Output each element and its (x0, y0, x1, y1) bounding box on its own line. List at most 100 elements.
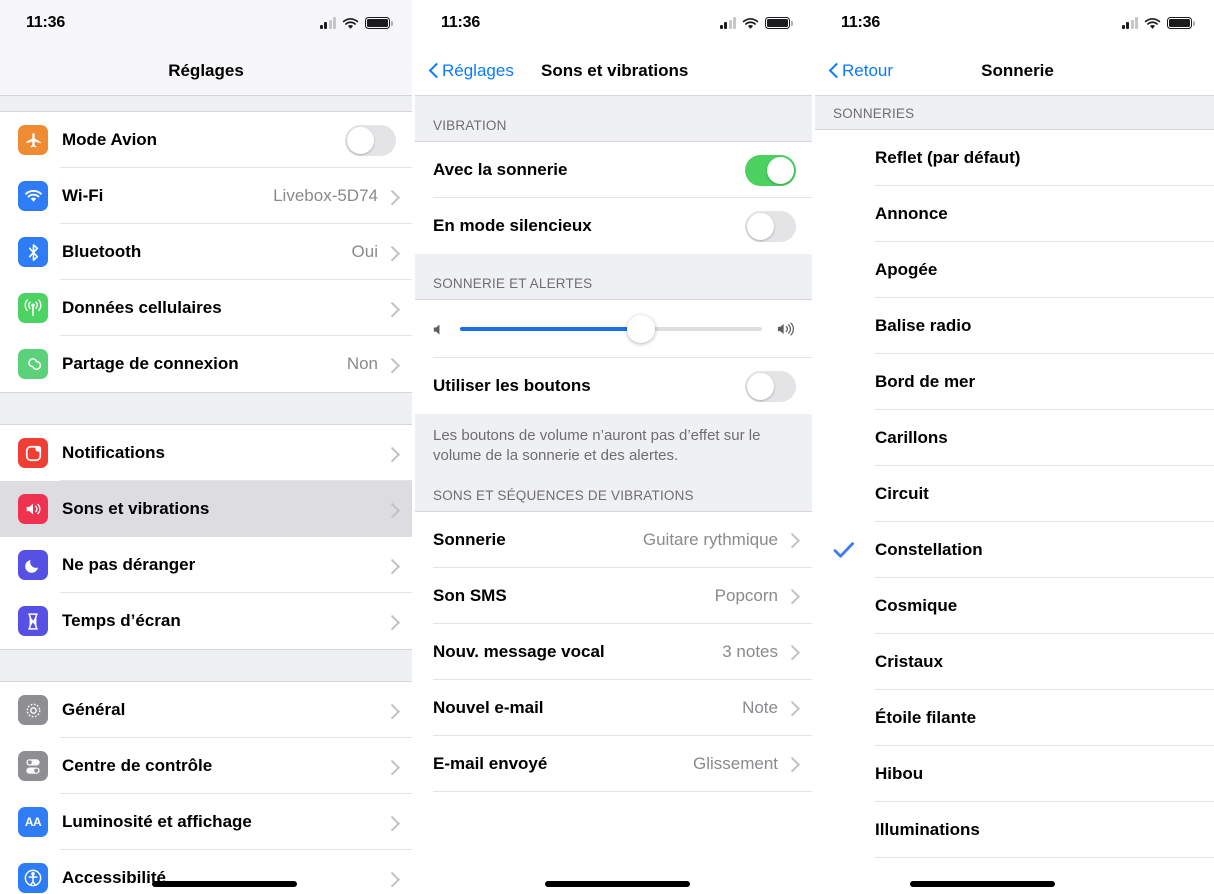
row-label: Temps d’écran (62, 611, 181, 630)
sidebar-item-donnees-cellulaires[interactable]: Données cellulaires (0, 280, 412, 336)
ringtone-list[interactable]: SONNERIES Reflet (par défaut) Annonce Ap… (815, 96, 1214, 894)
row-nouv-message-vocal[interactable]: Nouv. message vocal 3 notes (415, 623, 812, 680)
list-item[interactable]: Hibou (815, 746, 1214, 802)
battery-icon (765, 16, 793, 30)
list-item[interactable]: Étoile filante (815, 690, 1214, 746)
row-sonnerie[interactable]: Sonnerie Guitare rythmique (415, 511, 812, 568)
sidebar-item-accessibilite[interactable]: Accessibilité (0, 850, 412, 894)
airplane-mode-toggle[interactable] (345, 124, 396, 156)
sidebar-item-wifi[interactable]: Wi-Fi Livebox-5D74 (0, 168, 412, 224)
chevron-right-icon (387, 614, 396, 629)
row-nouvel-email[interactable]: Nouvel e-mail Note (415, 679, 812, 736)
battery-icon (1167, 16, 1195, 30)
row-en-mode-silencieux[interactable]: En mode silencieux (415, 198, 812, 254)
sidebar-item-mode-avion[interactable]: Mode Avion (0, 112, 412, 168)
sidebar-item-partage-connexion[interactable]: Partage de connexion Non (0, 336, 412, 392)
moon-icon (18, 550, 48, 580)
change-with-buttons-toggle[interactable] (745, 370, 796, 402)
row-label: Nouvel e-mail (433, 697, 544, 717)
row-label: Mode Avion (62, 130, 158, 149)
volume-thumb[interactable] (627, 315, 656, 343)
row-label: Wi-Fi (62, 186, 104, 205)
section-header-sons-sequences: SONS ET SÉQUENCES DE VIBRATIONS (415, 481, 812, 512)
sound-icon (18, 494, 48, 524)
three-phone-screenshots: 11:36 Réglages Mode Avion Wi-Fi Livebox-… (0, 0, 1214, 894)
chevron-right-icon (387, 245, 396, 260)
checkmark-icon (833, 542, 854, 558)
back-button-label: Réglages (442, 60, 514, 80)
sidebar-item-luminosite-affichage[interactable]: AA Luminosité et affichage (0, 794, 412, 850)
sidebar-item-sons-et-vibrations[interactable]: Sons et vibrations (0, 481, 412, 537)
list-item[interactable]: Cosmique (815, 578, 1214, 634)
chevron-right-icon (787, 644, 796, 659)
ringer-volume-slider-row[interactable] (415, 300, 812, 358)
status-bar: 11:36 (815, 0, 1214, 46)
sounds-list[interactable]: VIBRATION Avec la sonnerie En mode silen… (415, 96, 812, 894)
chevron-left-icon (429, 63, 438, 79)
back-button[interactable]: Retour (815, 61, 893, 81)
row-label: Utiliser les boutons (433, 376, 591, 395)
sidebar-item-notifications[interactable]: Notifications (0, 425, 412, 481)
volume-track[interactable] (460, 315, 762, 343)
home-indicator (152, 881, 297, 887)
list-item-selected[interactable]: Constellation (815, 522, 1214, 578)
group-separator (0, 392, 412, 425)
list-item[interactable]: Reflet (par défaut) (815, 130, 1214, 186)
row-label: Données cellulaires (62, 298, 222, 317)
chevron-right-icon (387, 558, 396, 573)
row-utiliser-les-boutons[interactable]: Utiliser les boutons (415, 358, 812, 414)
list-item-label: Annonce (875, 204, 948, 223)
battery-icon (365, 16, 393, 30)
list-item[interactable]: Annonce (815, 186, 1214, 242)
back-button[interactable]: Réglages (415, 61, 514, 81)
chevron-right-icon (387, 502, 396, 517)
list-item[interactable]: Apogée (815, 242, 1214, 298)
status-bar: 11:36 (0, 0, 412, 46)
row-value: Popcorn (714, 585, 778, 605)
list-item[interactable]: Balise radio (815, 298, 1214, 354)
row-son-sms[interactable]: Son SMS Popcorn (415, 567, 812, 624)
sidebar-item-ne-pas-deranger[interactable]: Ne pas déranger (0, 537, 412, 593)
row-email-envoye[interactable]: E-mail envoyé Glissement (415, 735, 812, 792)
row-avec-la-sonnerie[interactable]: Avec la sonnerie (415, 142, 812, 198)
chevron-right-icon (387, 446, 396, 461)
list-item[interactable]: Circuit (815, 466, 1214, 522)
home-indicator (545, 881, 690, 887)
speaker-low-icon (431, 322, 446, 337)
section-header-sonnerie-alertes: SONNERIE ET ALERTES (415, 254, 812, 300)
row-value: Non (346, 354, 378, 373)
row-label: Ne pas déranger (62, 555, 196, 574)
status-bar: 11:36 (415, 0, 812, 46)
sidebar-item-temps-decran[interactable]: Temps d’écran (0, 593, 412, 649)
list-item-label: Bord de mer (875, 372, 976, 391)
status-bar-time: 11:36 (441, 14, 481, 31)
row-label: Son SMS (433, 585, 507, 605)
sidebar-item-bluetooth[interactable]: Bluetooth Oui (0, 224, 412, 280)
cellular-signal-icon (1121, 17, 1138, 29)
cellular-signal-icon (719, 17, 736, 29)
volume-fill (460, 327, 642, 331)
wifi-icon (342, 17, 359, 29)
list-item[interactable]: Carillons (815, 410, 1214, 466)
back-button-label: Retour (842, 60, 894, 80)
list-item[interactable]: Cristaux (815, 634, 1214, 690)
checkmark-slot (833, 541, 875, 559)
cellular-signal-icon (319, 17, 336, 29)
vibrate-on-silent-toggle[interactable] (745, 210, 796, 242)
chevron-right-icon (387, 301, 396, 316)
nav-bar-ringtone: Retour Sonnerie (815, 46, 1214, 96)
list-item-label: Cosmique (875, 596, 958, 615)
list-item[interactable]: Bord de mer (815, 354, 1214, 410)
chevron-right-icon (787, 532, 796, 547)
sidebar-item-general[interactable]: Général (0, 682, 412, 738)
sidebar-item-centre-de-controle[interactable]: Centre de contrôle (0, 738, 412, 794)
page-title: Sons et vibrations (541, 60, 689, 80)
settings-list[interactable]: Mode Avion Wi-Fi Livebox-5D74 Bluetooth … (0, 96, 412, 894)
vibrate-on-ring-toggle[interactable] (745, 154, 796, 186)
group-separator (0, 649, 412, 682)
bluetooth-icon (18, 237, 48, 267)
list-item[interactable]: Illuminations (815, 802, 1214, 858)
home-indicator (910, 881, 1055, 887)
status-bar-indicators (1121, 16, 1195, 30)
row-label: Luminosité et affichage (62, 812, 252, 831)
